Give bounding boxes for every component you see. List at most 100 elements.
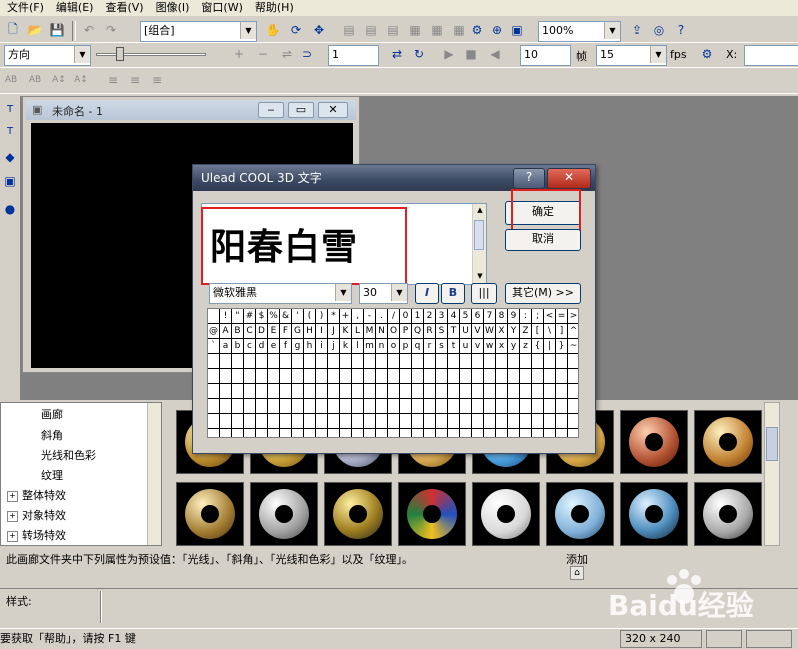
menu-view[interactable]: 查看(V) <box>102 0 146 16</box>
char-cell[interactable] <box>328 429 340 437</box>
char-cell[interactable]: ; <box>532 309 544 323</box>
cancel-button[interactable]: 取消 <box>505 229 581 251</box>
tree-item-lighting[interactable]: 光线和色彩 <box>41 447 96 465</box>
web-icon[interactable]: ◎ <box>650 21 668 39</box>
char-cell[interactable] <box>484 429 496 437</box>
char-cell[interactable] <box>472 429 484 437</box>
char-cell[interactable]: o <box>388 339 400 353</box>
char-cell[interactable] <box>208 354 220 368</box>
char-cell[interactable]: , <box>352 309 364 323</box>
char-cell[interactable] <box>460 384 472 398</box>
char-cell[interactable]: + <box>340 309 352 323</box>
tree-item-gallery[interactable]: 画廊 <box>41 406 63 424</box>
char-cell[interactable] <box>484 399 496 413</box>
char-cell[interactable]: ] <box>556 324 568 338</box>
charmap-icon[interactable]: ||| <box>471 283 497 304</box>
char-cell[interactable] <box>472 399 484 413</box>
char-cell[interactable] <box>352 384 364 398</box>
char-cell[interactable]: - <box>364 309 376 323</box>
char-cell[interactable] <box>232 399 244 413</box>
tree-scrollbar[interactable] <box>147 403 161 545</box>
char-cell[interactable]: % <box>268 309 280 323</box>
align-center-icon[interactable]: ▤ <box>362 21 380 39</box>
char-cell[interactable]: j <box>328 339 340 353</box>
char-cell[interactable]: k <box>340 339 352 353</box>
char-cell[interactable] <box>400 384 412 398</box>
menu-window[interactable]: 窗口(W) <box>198 0 245 16</box>
char-cell[interactable] <box>292 414 304 428</box>
text-size-up-icon[interactable]: AB <box>2 71 20 89</box>
thumbnail[interactable] <box>620 482 688 546</box>
char-cell[interactable] <box>280 369 292 383</box>
char-cell[interactable] <box>328 354 340 368</box>
char-cell[interactable]: ~ <box>568 339 578 353</box>
char-cell[interactable] <box>340 384 352 398</box>
scroll-up-icon[interactable]: ▲ <box>473 204 487 216</box>
char-cell[interactable] <box>424 369 436 383</box>
char-cell[interactable]: a <box>220 339 232 353</box>
char-cell[interactable] <box>388 384 400 398</box>
align-text-right-icon[interactable]: ≡ <box>148 71 166 89</box>
char-cell[interactable]: Y <box>508 324 520 338</box>
char-cell[interactable] <box>340 414 352 428</box>
menu-image[interactable]: 图像(I) <box>153 0 193 16</box>
char-cell[interactable] <box>220 414 232 428</box>
char-cell[interactable] <box>388 369 400 383</box>
edit-text-icon[interactable]: T <box>1 122 19 140</box>
char-cell[interactable] <box>220 399 232 413</box>
zoom-select[interactable]: 100% ▼ <box>538 21 621 42</box>
x-coord-input[interactable] <box>744 45 798 66</box>
char-cell[interactable]: & <box>280 309 292 323</box>
scrollbar-thumb[interactable] <box>474 220 484 250</box>
add-icon[interactable]: ⌂ <box>570 566 584 580</box>
char-cell[interactable] <box>448 384 460 398</box>
char-cell[interactable] <box>304 399 316 413</box>
char-cell[interactable]: p <box>400 339 412 353</box>
menu-help[interactable]: 帮助(H) <box>252 0 297 16</box>
char-cell[interactable] <box>220 384 232 398</box>
char-cell[interactable]: h <box>304 339 316 353</box>
char-cell[interactable] <box>316 384 328 398</box>
char-cell[interactable] <box>304 414 316 428</box>
help-icon[interactable]: ? <box>513 168 545 189</box>
char-cell[interactable]: t <box>448 339 460 353</box>
char-cell[interactable] <box>508 399 520 413</box>
char-cell[interactable] <box>268 399 280 413</box>
char-cell[interactable] <box>460 399 472 413</box>
char-cell[interactable]: [ <box>532 324 544 338</box>
char-cell[interactable] <box>448 414 460 428</box>
thumbnail[interactable] <box>472 482 540 546</box>
char-cell[interactable] <box>412 414 424 428</box>
char-cell[interactable]: y <box>508 339 520 353</box>
char-cell[interactable] <box>520 354 532 368</box>
char-cell[interactable] <box>208 429 220 437</box>
char-cell[interactable] <box>436 414 448 428</box>
char-cell[interactable]: H <box>304 324 316 338</box>
char-cell[interactable] <box>352 354 364 368</box>
thumbnail[interactable] <box>694 410 762 474</box>
char-cell[interactable] <box>388 429 400 437</box>
char-cell[interactable] <box>400 354 412 368</box>
char-cell[interactable]: / <box>388 309 400 323</box>
char-cell[interactable]: : <box>520 309 532 323</box>
char-cell[interactable]: @ <box>208 324 220 338</box>
char-cell[interactable] <box>556 369 568 383</box>
char-cell[interactable]: c <box>244 339 256 353</box>
layout2-icon[interactable]: ▦ <box>428 21 446 39</box>
char-cell[interactable] <box>220 369 232 383</box>
char-cell[interactable] <box>256 369 268 383</box>
char-cell[interactable]: N <box>376 324 388 338</box>
char-cell[interactable]: E <box>268 324 280 338</box>
char-cell[interactable] <box>472 369 484 383</box>
char-cell[interactable] <box>256 384 268 398</box>
char-cell[interactable]: \ <box>544 324 556 338</box>
char-cell[interactable] <box>232 354 244 368</box>
char-cell[interactable] <box>256 429 268 437</box>
char-cell[interactable]: 7 <box>484 309 496 323</box>
char-cell[interactable] <box>376 354 388 368</box>
char-cell[interactable] <box>256 414 268 428</box>
char-cell[interactable]: * <box>328 309 340 323</box>
char-cell[interactable] <box>316 399 328 413</box>
layout3-icon[interactable]: ▦ <box>450 21 468 39</box>
char-cell[interactable] <box>352 399 364 413</box>
